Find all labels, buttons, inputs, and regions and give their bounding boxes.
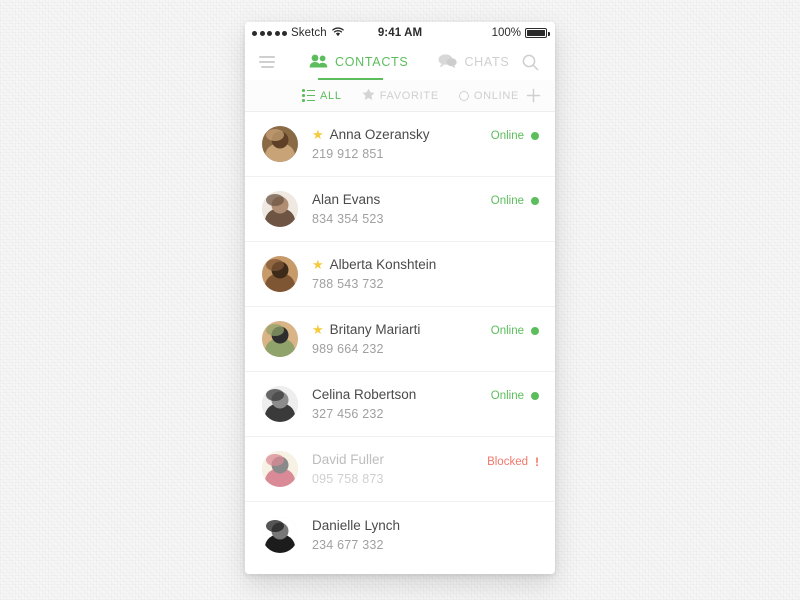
contact-name-line: Danielle Lynch [312,518,539,533]
status-bar: Sketch 9:41 AM 100% [245,22,555,44]
contact-info: ★ Britany Mariarti 989 664 232 [312,322,491,356]
blocked-exclamation-icon: ! [535,455,539,469]
contact-name-line: ★ Anna Ozeransky [312,127,491,142]
contact-row[interactable]: ★ Britany Mariarti 989 664 232 Online [245,307,555,372]
contact-name-line: Alan Evans [312,192,491,207]
contact-phone: 327 456 232 [312,407,384,421]
status-bar-right: 100% [491,27,550,39]
status-label: Online [490,195,524,207]
contact-phone: 989 664 232 [312,342,384,356]
avatar [262,126,298,162]
chats-bubbles-icon [438,53,458,71]
status-badge: Online [491,195,539,207]
contact-phone: 788 543 732 [312,277,384,291]
add-contact-button[interactable] [526,88,541,103]
tab-contacts-label: CONTACTS [335,55,409,69]
filter-online-label: ONLINE [473,89,520,102]
contact-row[interactable]: ★ Alberta Konshtein 788 543 732 [245,242,555,307]
contact-row[interactable]: David Fuller 095 758 873 Blocked! [245,437,555,502]
signal-strength-icon [252,30,287,36]
nav-bar: CONTACTS CHATS [245,44,555,80]
filter-all[interactable]: ALL [302,89,342,102]
contact-phone: 234 677 332 [312,537,384,552]
avatar [262,321,298,357]
contact-name-line: Celina Robertson [312,387,491,402]
contact-name: Alberta Konshtein [329,257,437,272]
search-icon[interactable] [522,54,539,71]
favorite-star-icon[interactable]: ★ [312,258,324,271]
status-badge: Online [491,130,539,142]
list-icon [302,89,315,102]
avatar [262,191,298,227]
contact-info: Celina Robertson 327 456 232 [312,387,491,421]
contact-name-line: ★ Britany Mariarti [312,322,491,337]
filter-favorite-label: FAVORITE [379,89,439,102]
tab-chats[interactable]: CHATS [436,44,511,80]
favorite-star-icon[interactable]: ★ [312,128,324,141]
phone-frame: Sketch 9:41 AM 100% CONTACTS CHATS ALL F… [245,22,555,574]
online-dot-icon [531,327,539,335]
status-label: Online [490,130,524,142]
online-dot-icon [531,197,539,205]
avatar [262,256,298,292]
contact-name: David Fuller [312,452,385,467]
status-badge: Online [491,325,539,337]
contact-row[interactable]: Alan Evans 834 354 523 Online [245,177,555,242]
avatar [262,451,298,487]
plus-icon [526,88,541,103]
contact-name-line: David Fuller [312,452,487,467]
carrier-label: Sketch [291,27,327,39]
status-badge: Online [491,390,539,402]
contact-row[interactable]: Celina Robertson 327 456 232 Online [245,372,555,437]
star-icon [362,88,375,104]
contact-name: Alan Evans [312,192,381,207]
contact-info: Danielle Lynch 234 677 332 [312,518,539,552]
contact-phone: 219 912 851 [312,147,384,161]
status-label: Online [490,390,524,402]
contact-name: Britany Mariarti [329,322,421,337]
status-badge: Blocked! [487,455,539,469]
filter-all-label: ALL [320,89,342,102]
contact-row[interactable]: ★ Anna Ozeransky 219 912 851 Online [245,112,555,177]
tab-contacts[interactable]: CONTACTS [307,44,410,80]
circle-outline-icon [458,90,469,101]
contact-info: ★ Anna Ozeransky 219 912 851 [312,127,491,161]
active-tab-underline [318,77,383,80]
avatar [262,386,298,422]
contact-row[interactable]: Danielle Lynch 234 677 332 [245,502,555,567]
contact-list: ★ Anna Ozeransky 219 912 851 Online Alan Eva… [245,112,555,567]
battery-percent-label: 100% [491,27,521,39]
contact-phone: 834 354 523 [312,212,384,226]
battery-full-icon [525,28,550,38]
contact-info: ★ Alberta Konshtein 788 543 732 [312,257,539,291]
contact-phone: 095 758 873 [312,472,384,486]
contact-name: Danielle Lynch [312,517,401,533]
status-bar-left: Sketch [252,26,344,40]
contact-info: David Fuller 095 758 873 [312,452,487,486]
hamburger-menu-icon[interactable] [245,56,289,68]
online-dot-icon [531,392,539,400]
avatar [262,516,298,553]
favorite-star-icon[interactable]: ★ [312,323,324,336]
online-dot-icon [531,132,539,140]
contacts-people-icon [309,54,328,71]
filter-online[interactable]: ONLINE [458,89,520,102]
wifi-icon [332,26,344,40]
contact-info: Alan Evans 834 354 523 [312,192,491,226]
contact-name: Celina Robertson [312,387,417,402]
filter-bar: ALL FAVORITE ONLINE [245,80,555,112]
status-label: Blocked [487,456,528,468]
contact-name-line: ★ Alberta Konshtein [312,257,539,272]
filter-favorite[interactable]: FAVORITE [362,88,439,104]
status-label: Online [490,325,524,337]
tab-chats-label: CHATS [464,55,510,69]
contact-name: Anna Ozeransky [329,127,430,142]
